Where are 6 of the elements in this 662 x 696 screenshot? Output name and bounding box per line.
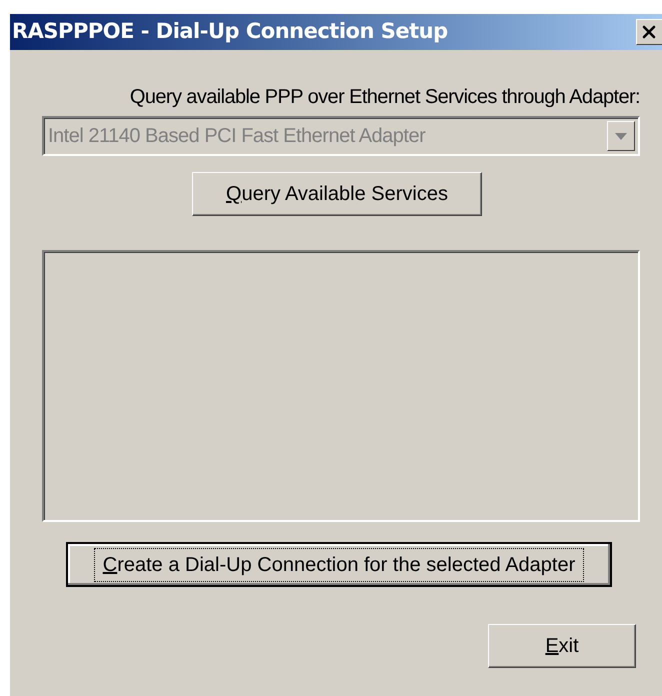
adapter-value: Intel 21140 Based PCI Fast Ethernet Adapter: [48, 124, 426, 149]
create-connection-button[interactable]: Create a Dial-Up Connection for the selected Adapter: [66, 542, 612, 587]
exit-button[interactable]: Exit: [488, 624, 636, 668]
window-title: RASPPPOE - Dial-Up Connection Setup: [12, 18, 448, 46]
adapter-label: Query available PPP over Ethernet Services through Adapter:: [130, 85, 640, 110]
query-button[interactable]: Query Available Services: [192, 172, 482, 216]
